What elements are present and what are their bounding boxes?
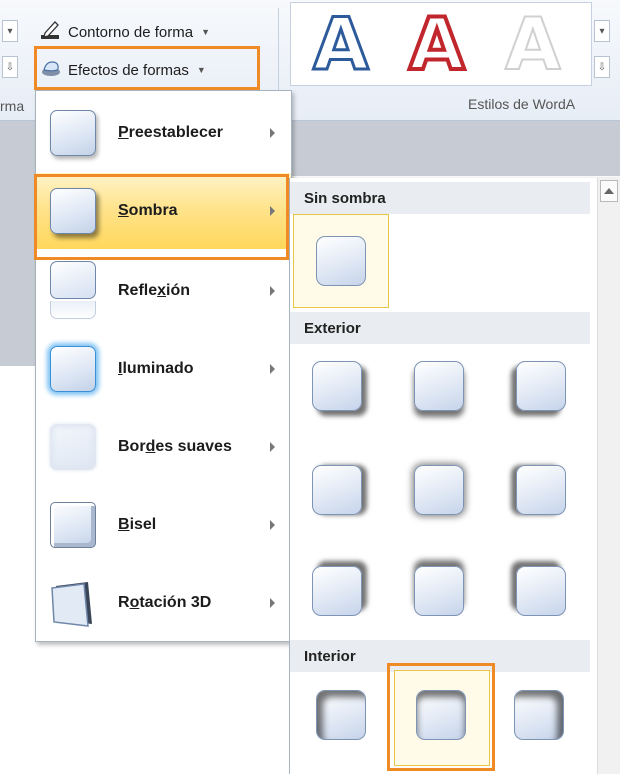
- chevron-down-icon: ▼: [201, 27, 210, 37]
- wordart-style-3[interactable]: A: [504, 7, 562, 81]
- preset-thumbnail-icon: [50, 110, 96, 156]
- bevel-thumbnail-icon: [50, 502, 96, 548]
- menu-item-label: Sombra: [118, 202, 178, 219]
- wordart-style-2[interactable]: A: [407, 6, 467, 82]
- shape-outline-button[interactable]: Contorno de forma ▼: [40, 19, 210, 45]
- shadow-inner-option[interactable]: [316, 690, 366, 740]
- chevron-right-icon: [270, 364, 275, 374]
- wordart-scroll-up-button[interactable]: ▾: [594, 20, 610, 42]
- section-header-exterior: Exterior: [290, 312, 590, 344]
- shadow-inner-option[interactable]: [416, 690, 466, 740]
- menu-item-label: Bordes suaves: [118, 438, 232, 455]
- wordart-styles-group-label: Estilos de WordA: [468, 96, 576, 112]
- shadow-outer-option[interactable]: [516, 566, 566, 616]
- wordart-more-button[interactable]: ⇩: [594, 56, 610, 78]
- menu-item-rotacion-3d[interactable]: Rotación 3D: [36, 565, 291, 641]
- chevron-down-icon: ▼: [196, 65, 206, 75]
- shape-effects-label: Efectos de formas: [68, 61, 189, 79]
- menu-item-sombra[interactable]: Sombra: [36, 173, 291, 249]
- glow-thumbnail-icon: [50, 346, 96, 392]
- rotation-3d-thumbnail-icon: [50, 580, 96, 627]
- shadow-submenu: Sin sombra Exterior Interior: [289, 178, 620, 774]
- shadow-outer-option[interactable]: [414, 566, 464, 616]
- menu-item-iluminado[interactable]: Iluminado: [36, 331, 291, 407]
- document-background-left: [0, 176, 36, 366]
- shadow-thumbnail-icon: [50, 188, 96, 234]
- triangle-up-icon: [604, 188, 614, 194]
- shadow-outer-option[interactable]: [516, 465, 566, 515]
- shape-effects-menu: Preestablecer Sombra Reflexión Iluminado…: [35, 90, 292, 642]
- menu-item-preestablecer[interactable]: Preestablecer: [36, 95, 291, 171]
- chevron-right-icon: [270, 128, 275, 138]
- menu-item-label: Iluminado: [118, 360, 194, 377]
- scroll-up-button[interactable]: [600, 180, 618, 202]
- soft-edges-thumbnail-icon: [50, 424, 96, 470]
- menu-item-label: Preestablecer: [118, 124, 223, 141]
- shape-effects-button[interactable]: Efectos de formas ▼: [40, 57, 206, 83]
- gallery-more-button[interactable]: ⇩: [2, 56, 18, 78]
- shape-effects-icon: [40, 57, 62, 83]
- menu-item-reflexion[interactable]: Reflexión: [36, 253, 291, 329]
- wordart-style-1[interactable]: A: [312, 7, 371, 82]
- shadow-outer-option[interactable]: [312, 465, 362, 515]
- wordart-gallery: A A A: [290, 2, 592, 86]
- shadow-inner-option[interactable]: [514, 690, 564, 740]
- menu-item-label: Reflexión: [118, 282, 191, 299]
- menu-item-label: Rotación 3D: [118, 594, 212, 611]
- shadow-option-none[interactable]: [316, 236, 366, 286]
- shadow-outer-option[interactable]: [312, 361, 362, 411]
- reflection-thumbnail-icon: [50, 261, 96, 321]
- shadow-outer-option[interactable]: [414, 361, 464, 411]
- shadow-outer-option[interactable]: [414, 465, 464, 515]
- section-header-sin-sombra: Sin sombra: [290, 182, 590, 214]
- menu-item-bisel[interactable]: Bisel: [36, 487, 291, 563]
- gallery-scroll-up-button[interactable]: ▾: [2, 20, 18, 42]
- vertical-scrollbar[interactable]: [597, 178, 620, 774]
- chevron-right-icon: [270, 520, 275, 530]
- section-header-interior: Interior: [290, 640, 590, 672]
- pencil-outline-icon: [40, 19, 62, 45]
- menu-item-label: Bisel: [118, 516, 157, 533]
- menu-item-bordes-suaves[interactable]: Bordes suaves: [36, 409, 291, 485]
- chevron-right-icon: [270, 442, 275, 452]
- chevron-right-icon: [270, 598, 275, 608]
- chevron-right-icon: [270, 206, 275, 216]
- shadow-outer-option[interactable]: [312, 566, 362, 616]
- shadow-outer-option[interactable]: [516, 361, 566, 411]
- chevron-right-icon: [270, 286, 275, 296]
- format-group-label: rma: [0, 98, 25, 114]
- shape-outline-label: Contorno de forma: [68, 23, 194, 41]
